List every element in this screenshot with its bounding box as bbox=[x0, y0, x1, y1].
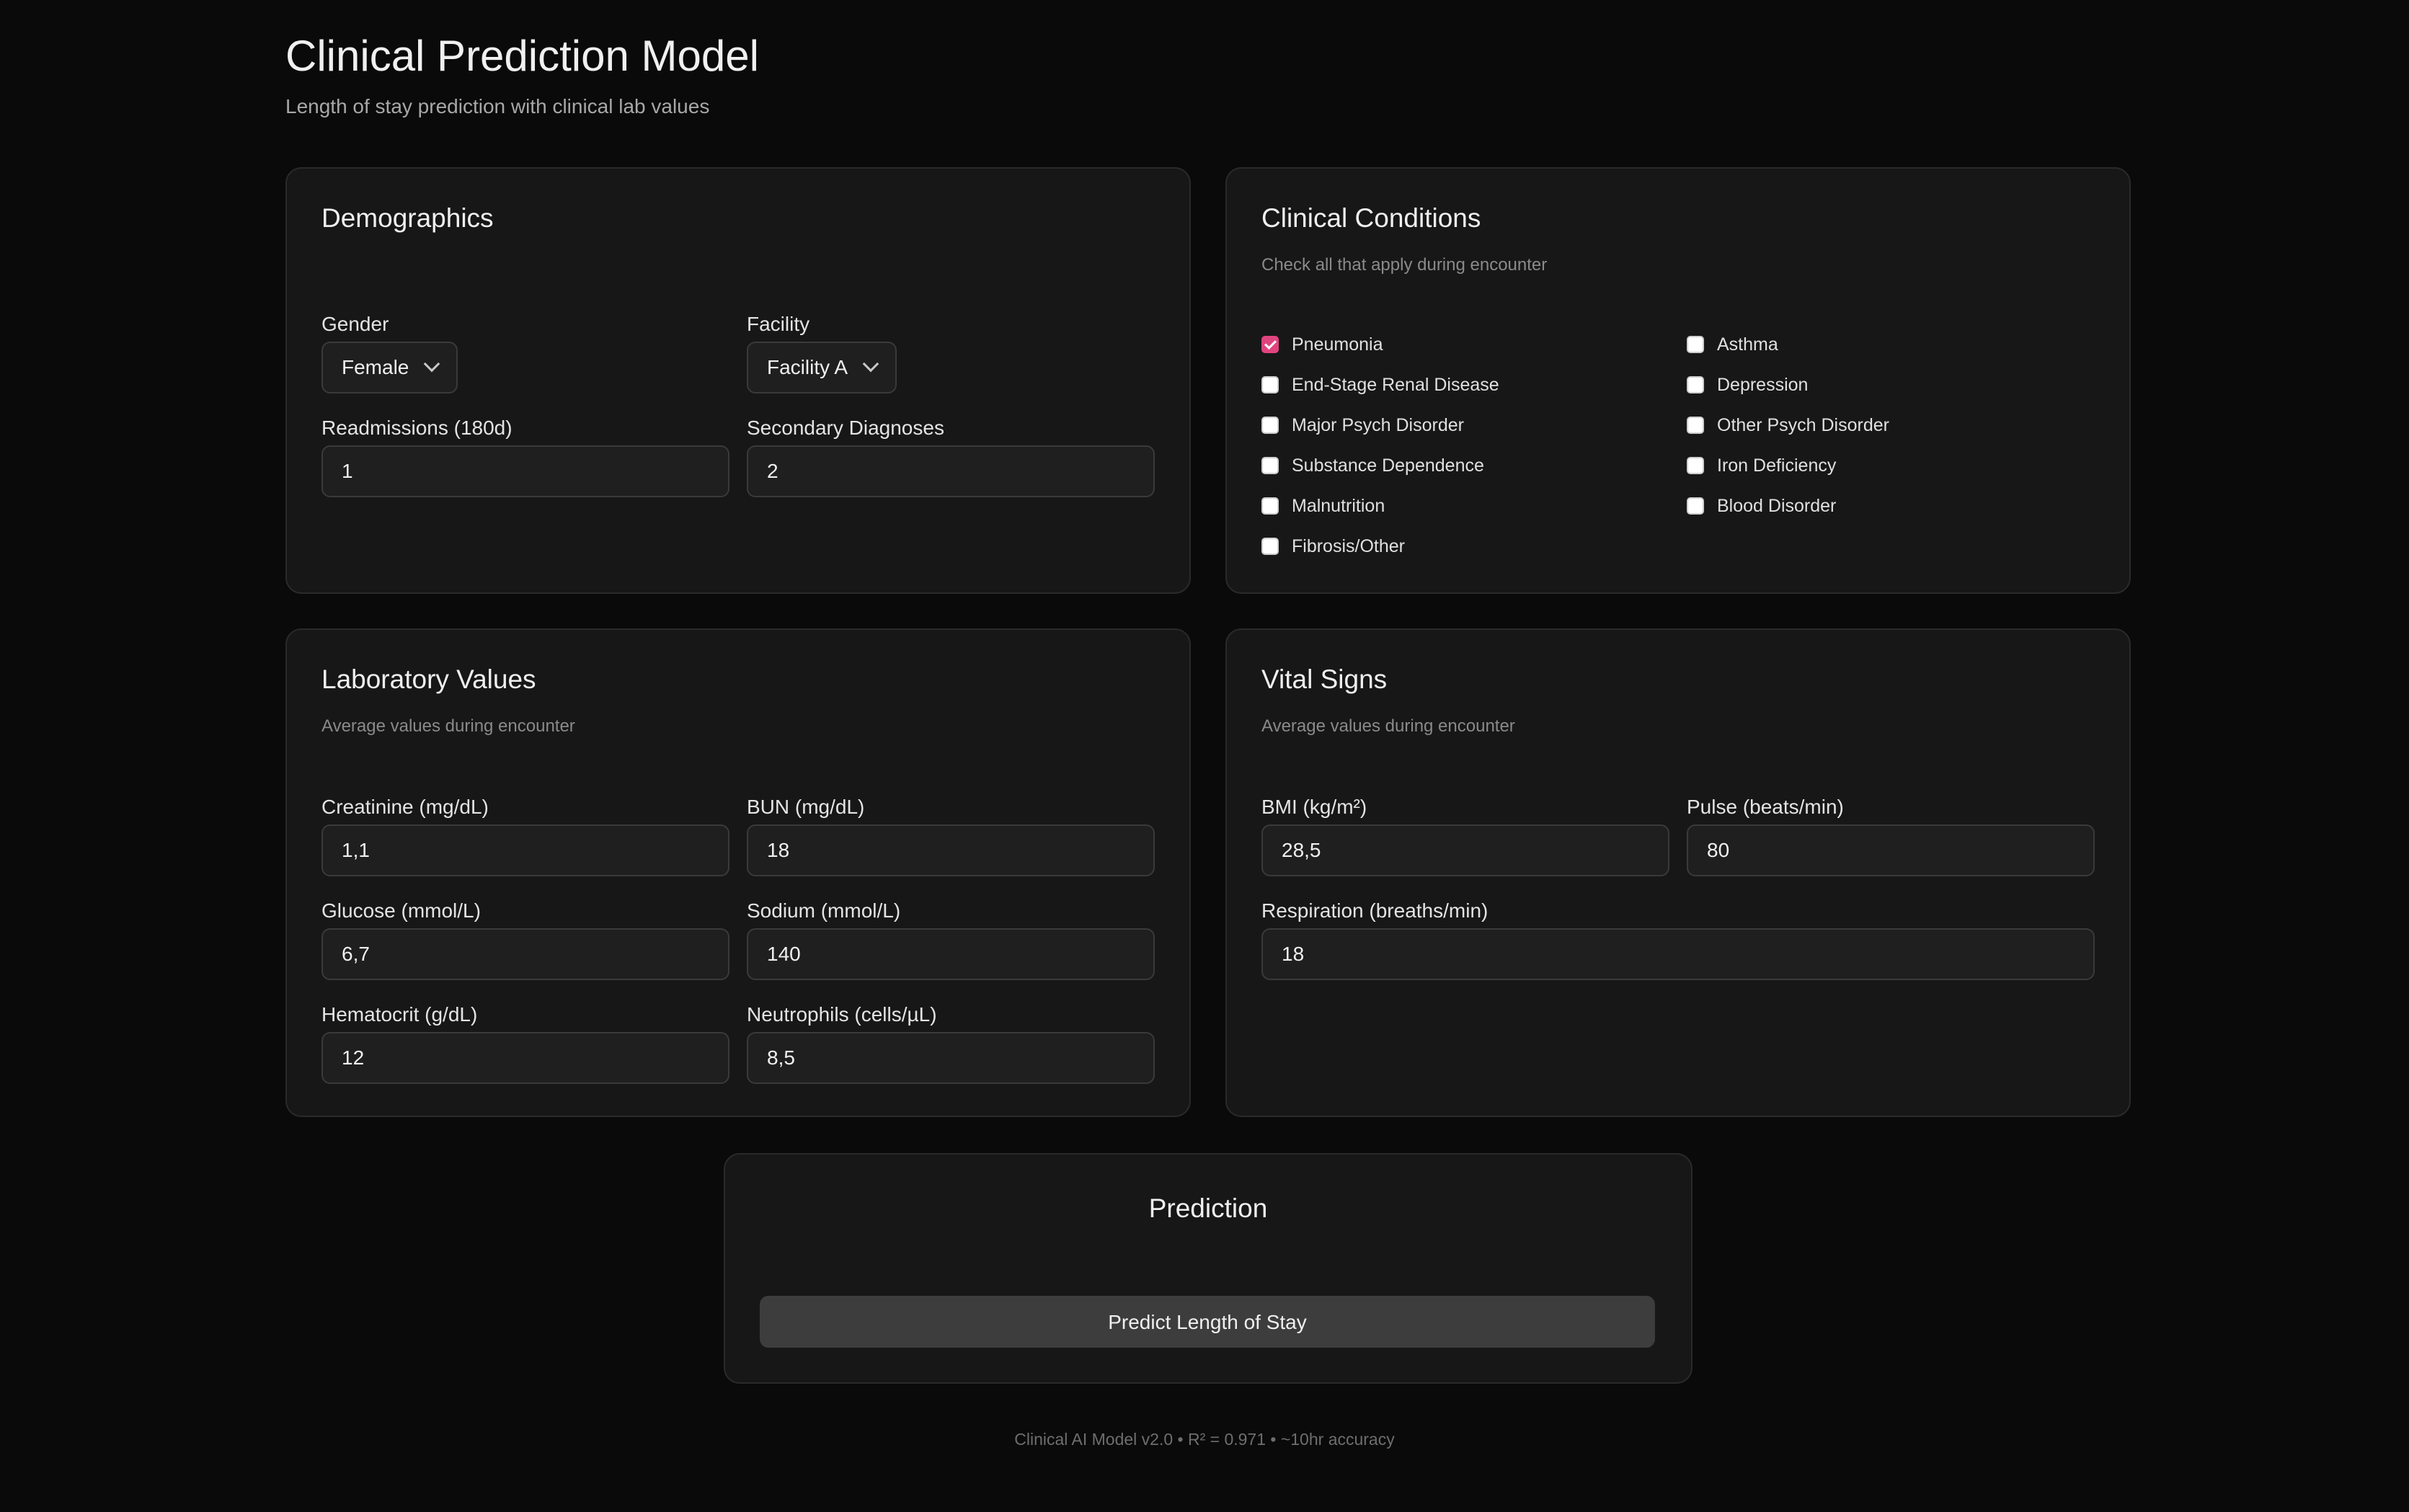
creatinine-input[interactable]: 1,1 bbox=[321, 824, 729, 876]
hematocrit-field: Hematocrit (g/dL) 12 bbox=[321, 1000, 729, 1084]
demographics-card: Demographics Gender Female Facility Faci… bbox=[285, 167, 1191, 594]
major-psych-checkbox[interactable] bbox=[1261, 417, 1279, 434]
condition-iron-deficiency[interactable]: Iron Deficiency bbox=[1687, 451, 1836, 480]
bmi-field: BMI (kg/m²) 28,5 bbox=[1261, 793, 1669, 876]
condition-label: End-Stage Renal Disease bbox=[1292, 374, 1499, 395]
pulse-label: Pulse (beats/min) bbox=[1687, 796, 1844, 818]
bun-label: BUN (mg/dL) bbox=[747, 796, 865, 818]
sodium-label: Sodium (mmol/L) bbox=[747, 899, 901, 922]
readmissions-field: Readmissions (180d) 1 bbox=[321, 414, 729, 497]
condition-asthma[interactable]: Asthma bbox=[1687, 330, 1778, 359]
page-title: Clinical Prediction Model bbox=[285, 32, 759, 80]
vital-signs-subtitle: Average values during encounter bbox=[1261, 716, 1515, 736]
neutrophils-input[interactable]: 8,5 bbox=[747, 1032, 1155, 1084]
condition-substance-dependence[interactable]: Substance Dependence bbox=[1261, 451, 1484, 480]
creatinine-label: Creatinine (mg/dL) bbox=[321, 796, 489, 818]
glucose-field: Glucose (mmol/L) 6,7 bbox=[321, 897, 729, 980]
facility-label: Facility bbox=[747, 313, 810, 335]
condition-major-psych[interactable]: Major Psych Disorder bbox=[1261, 411, 1464, 440]
condition-blood-disorder[interactable]: Blood Disorder bbox=[1687, 492, 1836, 520]
condition-esrd[interactable]: End-Stage Renal Disease bbox=[1261, 370, 1499, 399]
bun-input[interactable]: 18 bbox=[747, 824, 1155, 876]
pulse-field: Pulse (beats/min) 80 bbox=[1687, 793, 2095, 876]
condition-label: Substance Dependence bbox=[1292, 455, 1484, 476]
laboratory-values-subtitle: Average values during encounter bbox=[321, 716, 575, 736]
pulse-input[interactable]: 80 bbox=[1687, 824, 2095, 876]
condition-label: Major Psych Disorder bbox=[1292, 414, 1464, 435]
laboratory-values-title: Laboratory Values bbox=[321, 664, 536, 694]
facility-field: Facility Facility A bbox=[747, 310, 897, 393]
clinical-conditions-title: Clinical Conditions bbox=[1261, 203, 1481, 233]
depression-checkbox[interactable] bbox=[1687, 376, 1704, 393]
prediction-title: Prediction bbox=[1148, 1193, 1268, 1223]
gender-select[interactable]: Female bbox=[321, 342, 458, 393]
secondary-diagnoses-input[interactable]: 2 bbox=[747, 445, 1155, 497]
chevron-down-icon bbox=[424, 355, 440, 373]
bmi-input[interactable]: 28,5 bbox=[1261, 824, 1669, 876]
facility-select[interactable]: Facility A bbox=[747, 342, 897, 393]
neutrophils-field: Neutrophils (cells/µL) 8,5 bbox=[747, 1000, 1155, 1084]
respiration-field: Respiration (breaths/min) 18 bbox=[1261, 897, 2095, 980]
clinical-conditions-card: Clinical Conditions Check all that apply… bbox=[1225, 167, 2131, 594]
hematocrit-input[interactable]: 12 bbox=[321, 1032, 729, 1084]
vital-signs-card: Vital Signs Average values during encoun… bbox=[1225, 628, 2131, 1117]
secondary-diagnoses-label: Secondary Diagnoses bbox=[747, 417, 944, 439]
app-page: Clinical Prediction Model Length of stay… bbox=[0, 0, 2409, 1512]
blood-disorder-checkbox[interactable] bbox=[1687, 497, 1704, 515]
condition-depression[interactable]: Depression bbox=[1687, 370, 1808, 399]
readmissions-label: Readmissions (180d) bbox=[321, 417, 513, 439]
gender-label: Gender bbox=[321, 313, 389, 335]
other-psych-checkbox[interactable] bbox=[1687, 417, 1704, 434]
laboratory-values-card: Laboratory Values Average values during … bbox=[285, 628, 1191, 1117]
condition-label: Depression bbox=[1717, 374, 1809, 395]
condition-label: Iron Deficiency bbox=[1717, 455, 1837, 476]
creatinine-field: Creatinine (mg/dL) 1,1 bbox=[321, 793, 729, 876]
neutrophils-label: Neutrophils (cells/µL) bbox=[747, 1003, 937, 1026]
glucose-label: Glucose (mmol/L) bbox=[321, 899, 481, 922]
condition-label: Fibrosis/Other bbox=[1292, 535, 1405, 556]
page-header: Clinical Prediction Model Length of stay… bbox=[285, 27, 759, 118]
pneumonia-checkbox[interactable] bbox=[1261, 336, 1279, 353]
condition-pneumonia[interactable]: Pneumonia bbox=[1261, 330, 1383, 359]
sodium-field: Sodium (mmol/L) 140 bbox=[747, 897, 1155, 980]
chevron-down-icon bbox=[862, 355, 879, 373]
glucose-input[interactable]: 6,7 bbox=[321, 928, 729, 980]
clinical-conditions-subtitle: Check all that apply during encounter bbox=[1261, 255, 1548, 275]
predict-length-of-stay-button[interactable]: Predict Length of Stay bbox=[760, 1296, 1655, 1348]
malnutrition-checkbox[interactable] bbox=[1261, 497, 1279, 515]
condition-label: Other Psych Disorder bbox=[1717, 414, 1889, 435]
iron-deficiency-checkbox[interactable] bbox=[1687, 457, 1704, 474]
vital-signs-title: Vital Signs bbox=[1261, 664, 1388, 694]
fibrosis-checkbox[interactable] bbox=[1261, 538, 1279, 555]
condition-other-psych[interactable]: Other Psych Disorder bbox=[1687, 411, 1889, 440]
sodium-input[interactable]: 140 bbox=[747, 928, 1155, 980]
condition-label: Asthma bbox=[1717, 334, 1778, 355]
esrd-checkbox[interactable] bbox=[1261, 376, 1279, 393]
condition-label: Malnutrition bbox=[1292, 495, 1385, 516]
bun-field: BUN (mg/dL) 18 bbox=[747, 793, 1155, 876]
gender-select-value: Female bbox=[342, 356, 409, 378]
condition-label: Pneumonia bbox=[1292, 334, 1383, 355]
demographics-title: Demographics bbox=[321, 203, 494, 233]
facility-select-value: Facility A bbox=[767, 356, 848, 378]
substance-dependence-checkbox[interactable] bbox=[1261, 457, 1279, 474]
respiration-input[interactable]: 18 bbox=[1261, 928, 2095, 980]
condition-malnutrition[interactable]: Malnutrition bbox=[1261, 492, 1385, 520]
hematocrit-label: Hematocrit (g/dL) bbox=[321, 1003, 478, 1026]
respiration-label: Respiration (breaths/min) bbox=[1261, 899, 1489, 922]
asthma-checkbox[interactable] bbox=[1687, 336, 1704, 353]
condition-label: Blood Disorder bbox=[1717, 495, 1837, 516]
condition-fibrosis[interactable]: Fibrosis/Other bbox=[1261, 532, 1405, 561]
bmi-label: BMI (kg/m²) bbox=[1261, 796, 1367, 818]
secondary-diagnoses-field: Secondary Diagnoses 2 bbox=[747, 414, 1155, 497]
gender-field: Gender Female bbox=[321, 310, 458, 393]
readmissions-input[interactable]: 1 bbox=[321, 445, 729, 497]
footer-model-info: Clinical AI Model v2.0 • R² = 0.971 • ~1… bbox=[1014, 1430, 1395, 1449]
page-subtitle: Length of stay prediction with clinical … bbox=[285, 95, 710, 117]
prediction-card: Prediction Predict Length of Stay bbox=[724, 1153, 1692, 1384]
